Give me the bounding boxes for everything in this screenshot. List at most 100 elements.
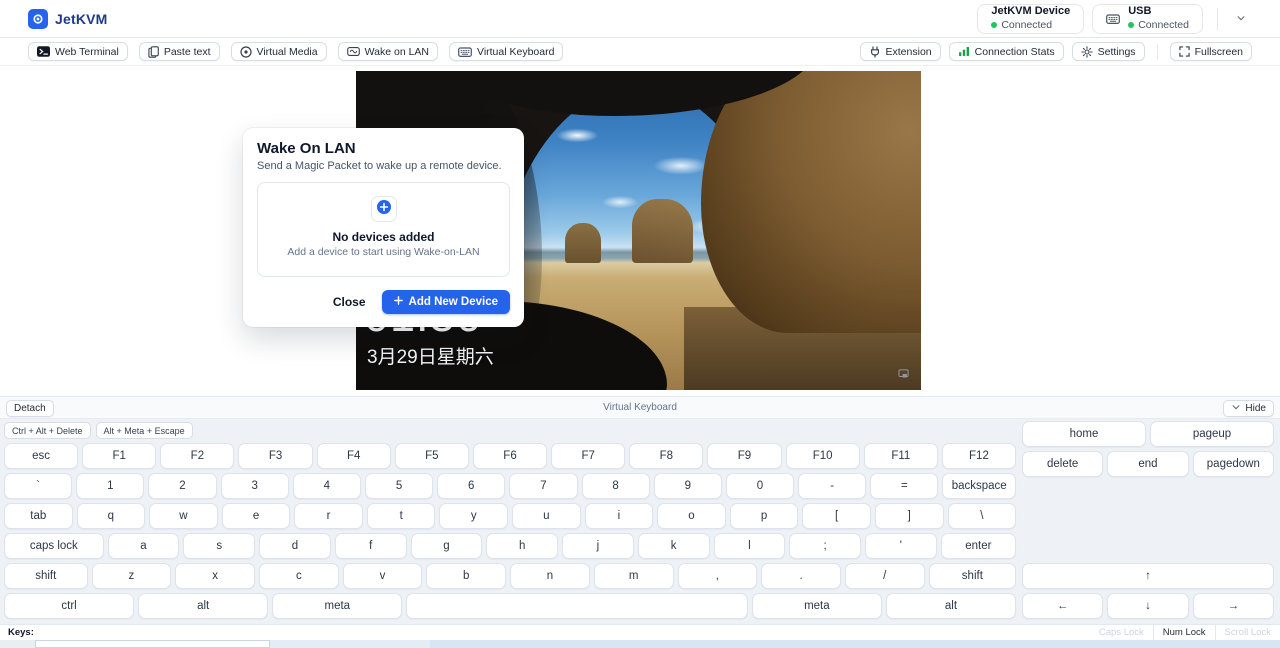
key-f12[interactable]: F12 (942, 443, 1016, 469)
key-u[interactable]: u (512, 503, 581, 529)
key-7[interactable]: 7 (509, 473, 577, 499)
key-meta[interactable]: meta (272, 593, 402, 619)
fullscreen-button[interactable]: Fullscreen (1170, 42, 1252, 61)
key-t[interactable]: t (367, 503, 436, 529)
key-end[interactable]: end (1107, 451, 1188, 477)
key-backtick[interactable]: ` (4, 473, 72, 499)
key-y[interactable]: y (439, 503, 508, 529)
key-backspace[interactable]: backspace (942, 473, 1015, 499)
device-menu-button[interactable] (1228, 6, 1254, 32)
key-2[interactable]: 2 (148, 473, 216, 499)
key-i[interactable]: i (585, 503, 654, 529)
key-slash[interactable]: / (845, 563, 925, 589)
key-8[interactable]: 8 (582, 473, 650, 499)
key-esc[interactable]: esc (4, 443, 78, 469)
usb-status-card[interactable]: USB Connected (1092, 4, 1203, 34)
virtual-keyboard-button[interactable]: Virtual Keyboard (449, 42, 563, 61)
key-w[interactable]: w (149, 503, 218, 529)
key-4[interactable]: 4 (293, 473, 361, 499)
preset-ctrl-alt-delete-button[interactable]: Ctrl + Alt + Delete (4, 422, 91, 439)
key-arrow-down[interactable]: ↓ (1107, 593, 1188, 619)
key-6[interactable]: 6 (437, 473, 505, 499)
hide-button[interactable]: Hide (1223, 400, 1274, 417)
key-v[interactable]: v (343, 563, 423, 589)
key-equals[interactable]: = (870, 473, 938, 499)
key-arrow-left[interactable]: ← (1022, 593, 1103, 619)
key-pagedown[interactable]: pagedown (1193, 451, 1274, 477)
key-f6[interactable]: F6 (473, 443, 547, 469)
key-a[interactable]: a (108, 533, 180, 559)
horizontal-scrollbar[interactable] (0, 640, 1280, 648)
key-alt[interactable]: alt (886, 593, 1016, 619)
detach-button[interactable]: Detach (6, 400, 54, 417)
key-d[interactable]: d (259, 533, 331, 559)
key-f4[interactable]: F4 (317, 443, 391, 469)
key-r[interactable]: r (294, 503, 363, 529)
wake-on-lan-button[interactable]: Wake on LAN (338, 42, 438, 61)
key-g[interactable]: g (411, 533, 483, 559)
settings-button[interactable]: Settings (1072, 42, 1145, 61)
key-5[interactable]: 5 (365, 473, 433, 499)
key-m[interactable]: m (594, 563, 674, 589)
key-f9[interactable]: F9 (707, 443, 781, 469)
web-terminal-button[interactable]: Web Terminal (28, 42, 128, 61)
key-tab[interactable]: tab (4, 503, 73, 529)
key-bracket-left[interactable]: [ (802, 503, 871, 529)
key-z[interactable]: z (92, 563, 172, 589)
key-q[interactable]: q (77, 503, 146, 529)
key-n[interactable]: n (510, 563, 590, 589)
key-e[interactable]: e (222, 503, 291, 529)
key-h[interactable]: h (486, 533, 558, 559)
key-l[interactable]: l (714, 533, 786, 559)
key-f5[interactable]: F5 (395, 443, 469, 469)
key-f[interactable]: f (335, 533, 407, 559)
key-9[interactable]: 9 (654, 473, 722, 499)
key-period[interactable]: . (761, 563, 841, 589)
key-b[interactable]: b (426, 563, 506, 589)
add-new-device-button[interactable]: Add New Device (382, 290, 510, 314)
preset-alt-meta-escape-button[interactable]: Alt + Meta + Escape (96, 422, 193, 439)
key-quote[interactable]: ' (865, 533, 937, 559)
key-arrow-up[interactable]: ↑ (1022, 563, 1274, 589)
key-f2[interactable]: F2 (160, 443, 234, 469)
key-shift[interactable]: shift (929, 563, 1016, 589)
key-caps-lock[interactable]: caps lock (4, 533, 104, 559)
key-f3[interactable]: F3 (238, 443, 312, 469)
key-delete[interactable]: delete (1022, 451, 1103, 477)
key-j[interactable]: j (562, 533, 634, 559)
key-comma[interactable]: , (678, 563, 758, 589)
key-alt[interactable]: alt (138, 593, 268, 619)
key-semicolon[interactable]: ; (789, 533, 861, 559)
key-o[interactable]: o (657, 503, 726, 529)
key-f7[interactable]: F7 (551, 443, 625, 469)
key-1[interactable]: 1 (76, 473, 144, 499)
key-k[interactable]: k (638, 533, 710, 559)
key-enter[interactable]: enter (941, 533, 1016, 559)
key-x[interactable]: x (175, 563, 255, 589)
key-f1[interactable]: F1 (82, 443, 156, 469)
key-shift[interactable]: shift (4, 563, 88, 589)
key-pageup[interactable]: pageup (1150, 421, 1274, 447)
key-s[interactable]: s (183, 533, 255, 559)
key-0[interactable]: 0 (726, 473, 794, 499)
key-f10[interactable]: F10 (786, 443, 860, 469)
key-space[interactable] (406, 593, 747, 619)
virtual-media-button[interactable]: Virtual Media (231, 42, 327, 61)
key-f11[interactable]: F11 (864, 443, 938, 469)
key-arrow-right[interactable]: → (1193, 593, 1274, 619)
device-status-card[interactable]: JetKVM Device Connected (977, 4, 1084, 34)
connection-stats-button[interactable]: Connection Stats (949, 42, 1064, 61)
key-f8[interactable]: F8 (629, 443, 703, 469)
scrollbar-thumb[interactable] (35, 640, 270, 648)
key-bracket-right[interactable]: ] (875, 503, 944, 529)
key-minus[interactable]: - (798, 473, 866, 499)
key-backslash[interactable]: \ (948, 503, 1017, 529)
extension-button[interactable]: Extension (860, 42, 941, 61)
key-ctrl[interactable]: ctrl (4, 593, 134, 619)
key-p[interactable]: p (730, 503, 799, 529)
key-home[interactable]: home (1022, 421, 1146, 447)
close-button[interactable]: Close (333, 295, 366, 309)
paste-text-button[interactable]: Paste text (139, 42, 220, 61)
key-meta[interactable]: meta (752, 593, 882, 619)
key-3[interactable]: 3 (221, 473, 289, 499)
